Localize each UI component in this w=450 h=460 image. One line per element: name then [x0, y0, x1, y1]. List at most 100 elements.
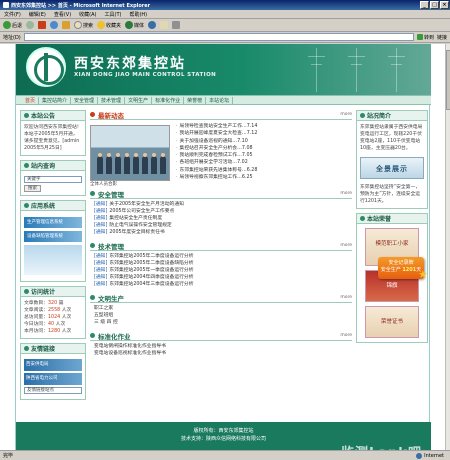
list-item[interactable]: 职工之家: [94, 305, 352, 312]
nav-honor[interactable]: 荣誉榜: [184, 96, 207, 104]
list-item[interactable]: [通知] 东郊集控站2005年二季度设备缺陷分析: [94, 260, 352, 267]
app-link[interactable]: 设备缺陷管理系统: [24, 231, 82, 242]
mail-button[interactable]: [160, 21, 169, 29]
profile-text-2: 东郊集控站坚持“安全第一，预防为主”方针，连续安全运行1201天。: [360, 185, 421, 204]
power-tower-icon: [308, 48, 325, 92]
list-item[interactable]: 三 级 四 控: [94, 319, 352, 326]
menu-favorites[interactable]: 收藏(A): [79, 11, 96, 18]
footer-copyright: 版权所有：西安东郊集控站: [193, 428, 254, 434]
list-item[interactable]: [通知] 东郊集控站2004年三季度设备运行分析: [94, 281, 352, 288]
favorites-button[interactable]: 收藏夹: [97, 21, 121, 29]
safety-more-link[interactable]: more: [340, 191, 352, 196]
panorama-banner[interactable]: 全景展示: [360, 157, 424, 179]
bullet-icon: [90, 191, 95, 196]
search-button[interactable]: 搜索: [74, 21, 93, 29]
menu-edit[interactable]: 编辑(E): [29, 11, 46, 18]
news-item[interactable]: 各班组开展安全学习活动…7.02: [176, 159, 352, 166]
nav-forum[interactable]: 本站论坛: [206, 96, 234, 104]
news-item[interactable]: 集控站召开安全生产分析会…7.08: [176, 145, 352, 152]
history-button[interactable]: [148, 21, 157, 29]
news-item[interactable]: 局领导视察东郊集控站工作…6.25: [176, 174, 352, 181]
refresh-button[interactable]: [50, 21, 59, 29]
site-subtitle: XIAN DONG JIAO MAIN CONTROL STATION: [74, 72, 217, 78]
scrollbar-thumb[interactable]: [446, 50, 450, 110]
list-item[interactable]: 五型班组: [94, 312, 352, 319]
star-icon: ★: [418, 268, 428, 281]
tech-header: 技术管理 more: [90, 241, 352, 251]
news-item[interactable]: 关于加强设备巡视的通知…7.10: [176, 138, 352, 145]
list-item[interactable]: [通知] 关于2005年安全生产月活动的通知: [94, 201, 352, 208]
menu-file[interactable]: 文件(F): [4, 11, 21, 18]
civil-more-link[interactable]: more: [340, 295, 352, 300]
right-column: 站况简介 东郊集控站隶属于西安供电局变电运行工区，现辖220千伏变电站2座，11…: [356, 110, 428, 347]
list-item[interactable]: 变电站设备巡视标准化作业指导书: [94, 350, 352, 357]
list-item[interactable]: 变电站倒闸操作标准化作业指导书: [94, 343, 352, 350]
tech-more-link[interactable]: more: [340, 243, 352, 248]
list-item[interactable]: [通知] 防止电气误操作安全管理规定: [94, 222, 352, 229]
item-text: 东郊集控站2005年二季度设备运行分析: [109, 254, 194, 259]
list-item[interactable]: [通知] 集控站安全生产责任制度: [94, 215, 352, 222]
stat-row: 文章数目：320 篇: [24, 300, 82, 307]
vertical-scrollbar[interactable]: [445, 44, 450, 450]
address-input[interactable]: [23, 33, 414, 41]
home-button[interactable]: [62, 21, 71, 29]
safety-list: [通知] 关于2005年安全生产月活动的通知 [通知] 2005年公司安全生产工作要…: [90, 199, 352, 239]
close-button[interactable]: ×: [440, 1, 449, 9]
tech-section: 技术管理 more [通知] 东郊集控站2005年二季度设备运行分析 [通知] 东郊…: [90, 241, 352, 291]
apps-body: 生产管理信息系统 设备缺陷管理系统: [21, 211, 85, 281]
item-tag: [通知]: [94, 216, 108, 221]
list-item[interactable]: [通知] 东郊集控站2005年二季度设备运行分析: [94, 253, 352, 260]
menu-view[interactable]: 查看(V): [54, 11, 71, 18]
list-item[interactable]: [通知] 2005年度安全目标责任书: [94, 229, 352, 236]
list-item[interactable]: [通知] 2005年公司安全生产工作要点: [94, 208, 352, 215]
stat-unit: 人次: [61, 308, 72, 313]
media-label: 媒体: [134, 22, 145, 29]
group-photo[interactable]: [90, 125, 170, 181]
news-item[interactable]: 我站开展迎峰度夏安全大检查…7.12: [176, 130, 352, 137]
go-button[interactable]: 转到: [416, 34, 434, 41]
news-item[interactable]: 局领导检查我站安全生产工作…7.14: [176, 123, 352, 130]
nav-tech[interactable]: 技术管理: [98, 96, 126, 104]
news-title: 最新动态: [98, 111, 124, 120]
list-item[interactable]: [通知] 东郊集控站2004年四季度设备运行分析: [94, 274, 352, 281]
links-label[interactable]: 链接: [437, 34, 447, 41]
notice-title: 本站公告: [31, 113, 56, 120]
links-select[interactable]: 友情链接站点: [24, 387, 82, 394]
nav-safety[interactable]: 安全管理: [71, 96, 99, 104]
stat-label: 总访问量：: [24, 315, 48, 320]
favorites-label: 收藏夹: [106, 22, 122, 29]
app-banner[interactable]: [24, 245, 82, 275]
watermark: 监测Lank吧: [341, 442, 422, 450]
site-search-button[interactable]: 搜索: [24, 185, 41, 192]
honor-certificate[interactable]: 荣誉证书: [365, 306, 419, 338]
nav-standard[interactable]: 标准化作业: [152, 96, 185, 104]
back-button[interactable]: 后退: [3, 21, 22, 29]
forward-button[interactable]: [26, 21, 35, 29]
list-item[interactable]: [通知] 东郊集控站2005年一季度设备运行分析: [94, 267, 352, 274]
print-button[interactable]: [172, 21, 181, 29]
menu-help[interactable]: 帮助(H): [129, 11, 147, 18]
nav-intro[interactable]: 集控站简介: [39, 96, 72, 104]
bullet-icon: [24, 113, 29, 118]
friend-link[interactable]: 陕西省电力公司: [24, 373, 82, 385]
news-more-link[interactable]: more: [340, 112, 352, 117]
site-search-input[interactable]: 关键字: [24, 176, 82, 183]
standard-more-link[interactable]: more: [340, 333, 352, 338]
nav-civil[interactable]: 文明生产: [125, 96, 153, 104]
app-link[interactable]: 生产管理信息系统: [24, 217, 82, 228]
news-item[interactable]: 东郊集控站荣获先进集体称号…6.28: [176, 167, 352, 174]
nav-home[interactable]: 首页: [22, 96, 40, 104]
profile-header: 站况简介: [357, 111, 427, 121]
menu-tools[interactable]: 工具(T): [105, 11, 122, 18]
stat-value: 2558: [48, 308, 61, 313]
links-body: 西安供电局 陕西省电力公司 友情链接站点: [21, 354, 85, 399]
news-item[interactable]: 我站顺利完成春检预试工作…7.05: [176, 152, 352, 159]
stop-button[interactable]: [38, 21, 47, 29]
minimize-button[interactable]: _: [420, 1, 429, 9]
history-icon: [148, 21, 157, 29]
media-button[interactable]: 媒体: [125, 21, 144, 29]
news-body: 全体人员合影 局领导检查我站安全生产工作…7.14 我站开展迎峰度夏安全大检查……: [90, 123, 352, 187]
maximize-button[interactable]: □: [430, 1, 439, 9]
tech-title: 技术管理: [98, 242, 124, 251]
friend-link[interactable]: 西安供电局: [24, 359, 82, 371]
